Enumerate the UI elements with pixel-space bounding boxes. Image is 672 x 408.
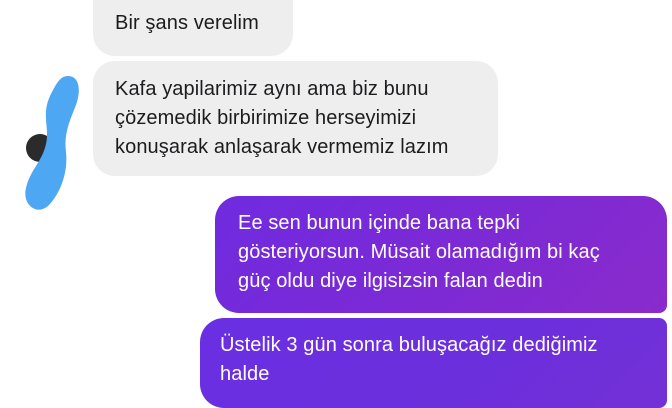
incoming-message[interactable]: Kafa yapilarimiz aynı ama biz bunu çözem… [93, 61, 498, 176]
redaction-scribble [25, 76, 79, 210]
avatar-icon [18, 70, 88, 210]
message-text-line: halde [220, 363, 270, 385]
message-thread: Bir şans verelim Kafa yapilarimiz aynı a… [0, 0, 672, 408]
message-text-line: güç oldu diye ilgisizsin falan dedin [238, 270, 543, 292]
message-text-line: gösteriyorsun. Müsait olamadığım bi kaç [238, 241, 600, 263]
message-text-line: Üstelik 3 gün sonra buluşacağız dediğimi… [220, 334, 598, 356]
incoming-message[interactable]: Bir şans verelim [93, 0, 293, 56]
outgoing-message[interactable]: Üstelik 3 gün sonra buluşacağız dediğimi… [200, 318, 667, 408]
message-text-line: Ee sen bunun içinde bana tepki [238, 212, 521, 234]
message-text-line: çözemedik birbirimize herseyimizi [115, 107, 417, 129]
message-text-line: Kafa yapilarimiz aynı ama biz bunu [115, 78, 429, 100]
outgoing-message[interactable]: Ee sen bunun içinde bana tepki gösteriyo… [215, 196, 667, 313]
message-text-line: Bir şans verelim [115, 12, 259, 34]
message-text-line: konuşarak anlaşarak vermemiz lazım [115, 136, 449, 158]
